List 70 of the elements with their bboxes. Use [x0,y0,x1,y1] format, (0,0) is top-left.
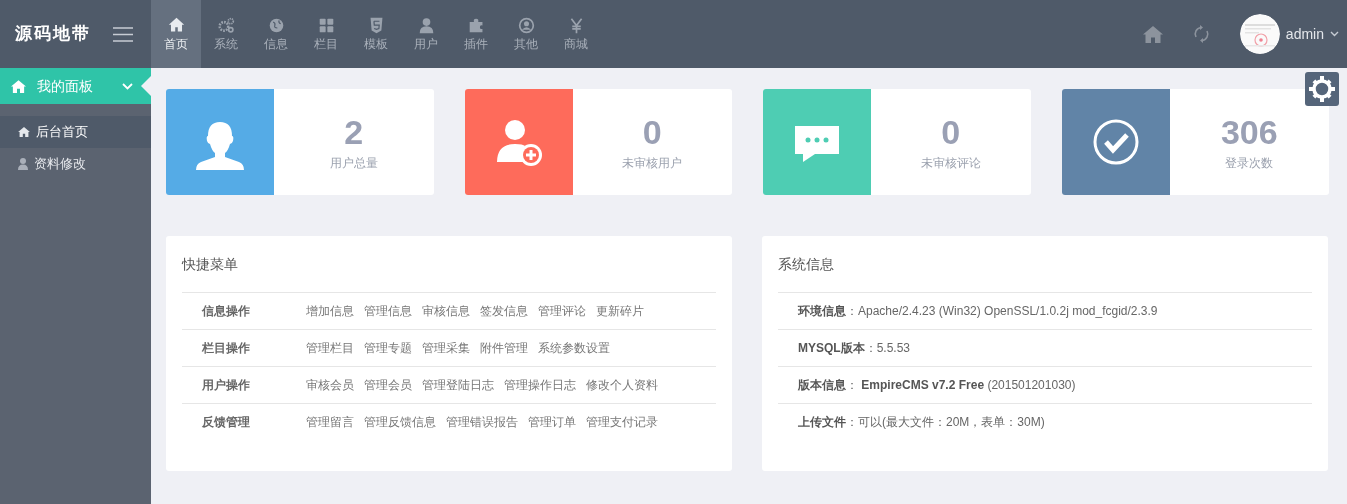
stat-label: 用户总量 [329,155,378,172]
nav-tab[interactable]: 其他 [501,0,551,68]
menu-link[interactable]: 管理采集 [422,339,470,357]
menu-link[interactable]: 修改个人资料 [586,376,658,394]
info-text: 环境信息：Apache/2.4.23 (Win32) OpenSSL/1.0.2j mod_fcgid/2.3.9 [798,303,1158,320]
info-text: 上传文件：可以(最大文件：20M，表单：30M) [798,414,1045,431]
menu-link[interactable]: 签发信息 [480,302,528,320]
logo-text: 源码地带 [15,22,91,46]
menu-link[interactable]: 审核会员 [306,376,354,394]
menu-link[interactable]: 管理反馈信息 [364,413,436,431]
info-text: 版本信息： EmpireCMS v7.2 Free (201501201030) [798,377,1076,394]
menu-link[interactable]: 管理支付记录 [586,413,658,431]
pointer-notch [141,76,151,96]
menu-link[interactable]: 管理错误报告 [446,413,518,431]
category-label: 栏目操作 [202,340,251,357]
menu-link[interactable]: 管理评论 [538,302,586,320]
menu-link[interactable]: 增加信息 [306,302,354,320]
nav-tab[interactable]: 插件 [451,0,501,68]
stat-value: 306 [1220,112,1278,152]
home-icon [11,79,26,93]
stat-label: 登录次数 [1225,155,1274,172]
menu-link[interactable]: 管理信息 [364,302,412,320]
sidebar-item[interactable]: 资料修改 [0,148,151,180]
username[interactable]: admin [1285,23,1324,45]
sidebar-item[interactable]: 后台首页 [0,116,151,148]
category-label: 用户操作 [202,377,251,394]
panel-title: 系统信息 [778,255,834,274]
user-icon [417,17,435,34]
menu-link[interactable]: 管理订单 [528,413,576,431]
menu-link[interactable]: 系统参数设置 [538,339,610,357]
stat-label: 未审核评论 [920,155,981,172]
menu-link[interactable]: 管理会员 [364,376,412,394]
gears-icon [217,17,235,34]
refresh-icon[interactable] [1192,25,1210,43]
menu-link[interactable]: 管理栏目 [306,339,354,357]
stat-value: 0 [642,112,662,152]
menu-link[interactable]: 附件管理 [480,339,528,357]
menu-link[interactable]: 管理操作日志 [504,376,576,394]
menu-link[interactable]: 管理登陆日志 [422,376,494,394]
stat-value: 0 [941,112,961,152]
grid-icon [317,17,335,34]
nav-tab[interactable]: 商城 [551,0,601,68]
settings-button[interactable] [1305,72,1339,106]
category-label: 信息操作 [202,303,251,320]
user-icon [18,158,28,170]
menu-link[interactable]: 管理专题 [364,339,412,357]
nav-tab[interactable]: 首页 [151,0,201,68]
caret-icon[interactable] [1330,31,1339,37]
info-text: MYSQL版本：5.5.53 [798,340,911,357]
home-icon [167,17,185,34]
stat-label: 未审核用户 [622,155,683,172]
menu-link[interactable]: 更新碎片 [596,302,644,320]
chevron-icon [122,82,133,90]
menu-link[interactable]: 审核信息 [422,302,470,320]
user-circle-icon [517,17,535,34]
nav-tab[interactable]: 系统 [201,0,251,68]
home-icon[interactable] [1142,25,1163,43]
menu-icon[interactable] [113,26,133,42]
settings-icon [1309,76,1335,102]
stat-value: 2 [344,112,364,152]
globe-icon [267,17,285,34]
home-icon [18,127,30,137]
nav-tab[interactable]: 模板 [351,0,401,68]
category-label: 反馈管理 [202,414,251,431]
nav-tab[interactable]: 栏目 [301,0,351,68]
puzzle-icon [467,17,485,34]
menu-link[interactable]: 管理留言 [306,413,354,431]
panel-title: 快捷菜单 [182,255,238,274]
nav-tab[interactable]: 用户 [401,0,451,68]
nav-tab[interactable]: 信息 [251,0,301,68]
